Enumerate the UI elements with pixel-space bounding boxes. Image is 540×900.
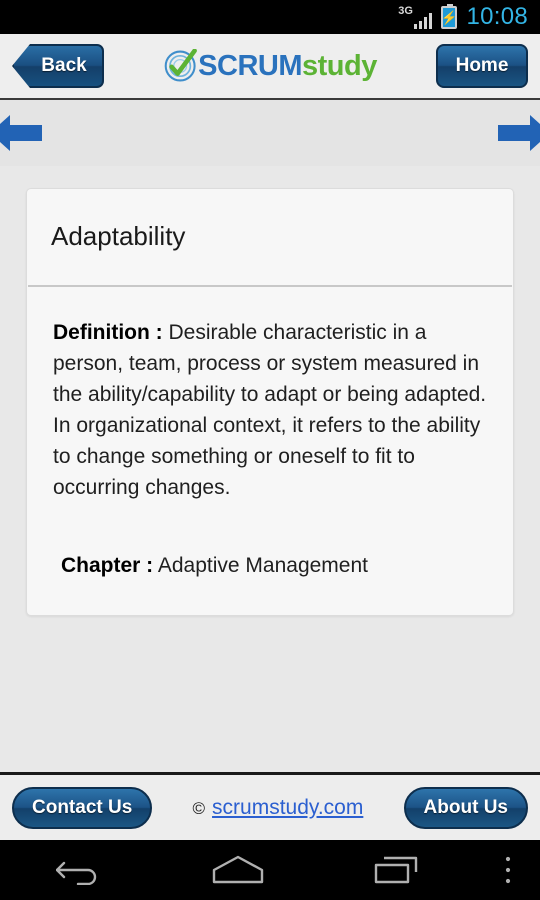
back-arrow-icon <box>56 855 102 885</box>
status-bar: 3G ⚡ 10:08 <box>0 0 540 34</box>
logo-wordmark: SCRUMstudy <box>198 49 377 82</box>
chapter-value: Adaptive Management <box>153 553 368 577</box>
definition-paragraph: Definition : Desirable characteristic in… <box>53 317 487 503</box>
logo-text-scrum: SCRUM <box>198 49 302 82</box>
home-icon <box>210 854 266 886</box>
network-type-label: 3G <box>398 5 413 17</box>
scrumstudy-logo: SCRUMstudy <box>163 48 377 83</box>
definition-text: Desirable characteristic in a person, te… <box>53 320 487 499</box>
previous-term-arrow-button[interactable] <box>0 111 44 155</box>
about-us-button[interactable]: About Us <box>403 786 528 829</box>
copyright-block: © scrumstudy.com <box>193 796 364 820</box>
copyright-symbol: © <box>192 798 206 818</box>
app-header: Back SCRUMstudy Home <box>0 34 540 100</box>
term-card: Adaptability Definition : Desirable char… <box>26 188 514 616</box>
back-button[interactable]: Back <box>12 44 104 88</box>
home-button[interactable]: Home <box>436 44 528 88</box>
chapter-line: Chapter : Adaptive Management <box>53 550 487 581</box>
android-overflow-menu-button[interactable] <box>476 840 540 900</box>
chapter-label: Chapter : <box>61 553 154 577</box>
term-card-body: Definition : Desirable characteristic in… <box>27 287 513 615</box>
battery-charging-icon: ⚡ <box>441 3 458 29</box>
content-area: Adaptability Definition : Desirable char… <box>0 166 540 772</box>
charging-bolt-glyph: ⚡ <box>441 9 458 25</box>
arrow-right-icon <box>496 111 540 155</box>
android-navigation-bar <box>0 840 540 900</box>
scrumstudy-website-link[interactable]: scrumstudy.com <box>212 796 363 820</box>
app-footer: Contact Us © scrumstudy.com About Us <box>0 772 540 840</box>
recent-apps-icon <box>372 854 422 886</box>
overflow-menu-icon <box>503 855 513 885</box>
arrow-left-icon <box>0 111 44 155</box>
contact-us-button[interactable]: Contact Us <box>12 786 153 829</box>
term-title: Adaptability <box>51 221 186 251</box>
signal-strength-bars <box>413 12 433 29</box>
term-navigation-bar <box>0 100 540 166</box>
android-recents-button[interactable] <box>317 840 476 900</box>
signal-bars-icon: 3G <box>398 5 433 29</box>
definition-label: Definition : <box>53 320 163 344</box>
android-home-button[interactable] <box>159 840 318 900</box>
android-back-button[interactable] <box>0 840 159 900</box>
next-term-arrow-button[interactable] <box>496 111 540 155</box>
status-bar-clock: 10:08 <box>466 3 528 30</box>
status-bar-right-cluster: 3G ⚡ 10:08 <box>398 3 528 30</box>
phone-screen: 3G ⚡ 10:08 Back SCRUMstudy Home Adaptabi… <box>0 0 540 900</box>
logo-text-study: study <box>302 49 377 82</box>
scrumstudy-check-swirl-icon <box>163 48 197 83</box>
